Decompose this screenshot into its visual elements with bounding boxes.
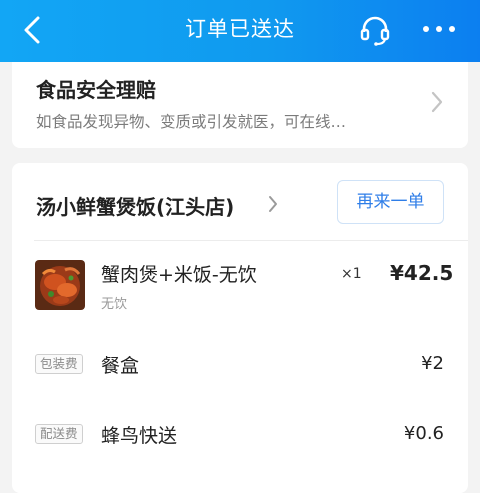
divider — [34, 240, 468, 241]
delivery-fee-price: ¥0.6 — [403, 423, 444, 444]
reorder-button[interactable]: 再来一单 — [337, 180, 444, 224]
packaging-fee-tag: 包装费 — [35, 354, 83, 374]
customer-service-button[interactable] — [357, 12, 393, 48]
item-spec: 无饮 — [101, 297, 128, 312]
item-price: ¥42.5 — [390, 261, 454, 285]
headset-icon — [360, 16, 390, 46]
item-name: 蟹肉煲+米饭-无饮 — [101, 264, 257, 286]
more-button[interactable] — [416, 12, 462, 48]
packaging-fee-price: ¥2 — [421, 353, 444, 374]
delivery-fee-name: 蜂鸟快送 — [101, 425, 178, 447]
top-bar: 订单已送达 — [0, 0, 480, 62]
safety-description: 如食品发现异物、变质或引发就医，可在线… — [36, 113, 347, 131]
chevron-right-icon — [269, 196, 277, 212]
page-title: 订单已送达 — [185, 17, 295, 41]
chevron-right-icon — [431, 91, 443, 113]
chevron-left-icon — [24, 16, 40, 44]
back-button[interactable] — [14, 12, 50, 48]
more-dots-icon — [423, 26, 455, 32]
food-thumbnail — [35, 260, 85, 310]
item-quantity: ×1 — [341, 266, 362, 282]
delivery-fee-tag: 配送费 — [35, 424, 83, 444]
packaging-fee-name: 餐盒 — [101, 355, 140, 377]
shop-name-link[interactable]: 汤小鲜蟹煲饭(江头店) — [36, 191, 234, 220]
order-card: 汤小鲜蟹煲饭(江头店) 再来一单 蟹肉煲+米饭-无饮 无饮 ×1 ¥42.5 包… — [12, 163, 468, 493]
safety-title: 食品安全理赔 — [36, 78, 156, 102]
food-safety-card[interactable]: 食品安全理赔 如食品发现异物、变质或引发就医，可在线… — [12, 62, 468, 148]
